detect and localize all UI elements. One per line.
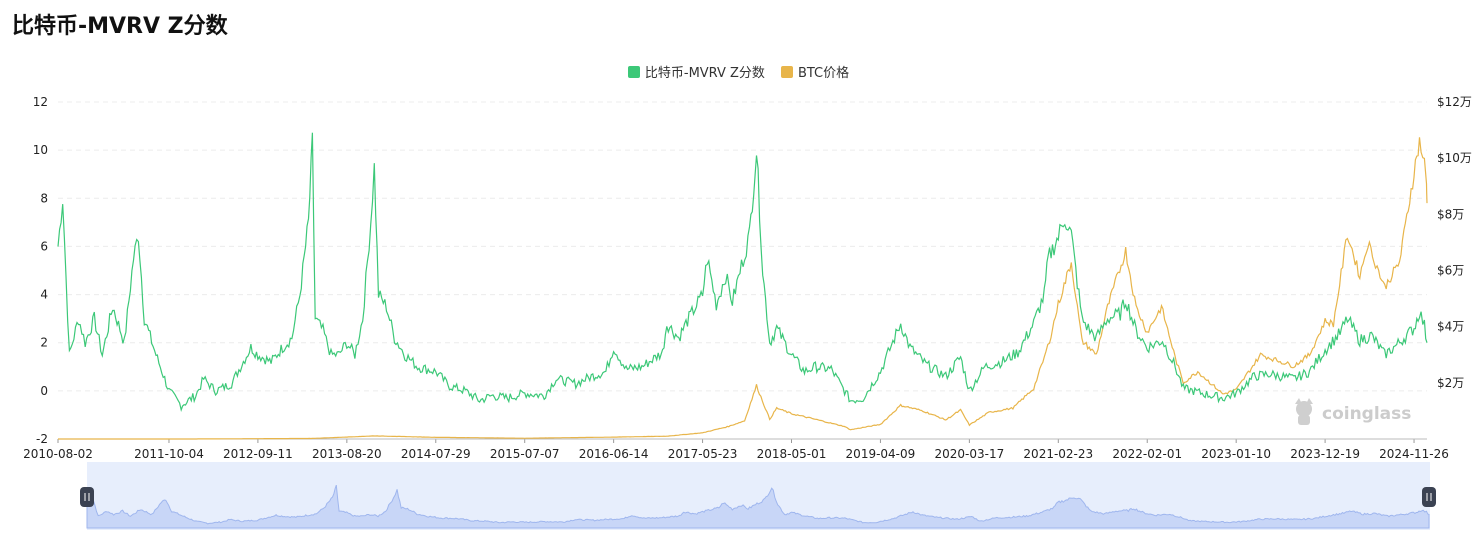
x-tick-label: 2011-10-04 — [134, 447, 204, 461]
left-tick-label: 10 — [33, 143, 48, 157]
right-tick-label: $2万 — [1437, 376, 1464, 390]
mvrv-chart: 12 10 8 6 4 2 0 -2 $12万 $10万 $8万 $6万 $4万 $2万 2010-08… — [23, 95, 1472, 530]
right-tick-label: $12万 — [1437, 95, 1472, 109]
x-tick-label: 2017-05-23 — [668, 447, 738, 461]
x-tick-label: 2015-07-07 — [490, 447, 560, 461]
x-tick-label: 2014-07-29 — [401, 447, 471, 461]
left-tick-label: 2 — [40, 336, 48, 350]
right-tick-label: $6万 — [1437, 264, 1464, 278]
left-tick-label: 12 — [33, 95, 48, 109]
grid-layer — [58, 101, 1427, 440]
right-tick-label: $8万 — [1437, 207, 1464, 221]
right-y-axis: $12万 $10万 $8万 $6万 $4万 $2万 — [1437, 95, 1472, 390]
x-tick-label: 2016-06-14 — [579, 447, 649, 461]
left-tick-label: 8 — [40, 191, 48, 205]
zoom-handle-left[interactable] — [80, 487, 94, 507]
x-tick-label: 2023-12-19 — [1290, 447, 1360, 461]
series-line-mvrv — [57, 132, 1428, 413]
left-y-axis: 12 10 8 6 4 2 0 -2 — [33, 95, 48, 446]
x-axis: 2010-08-02 2011-10-04 2012-09-11 2013-08-20… — [23, 438, 1449, 461]
x-tick-label: 2012-09-11 — [223, 447, 293, 461]
x-tick-label: 2013-08-20 — [312, 447, 382, 461]
left-tick-label: 4 — [40, 288, 48, 302]
left-tick-label: 0 — [40, 384, 48, 398]
x-tick-label: 2022-02-01 — [1112, 447, 1182, 461]
left-tick-label: -2 — [36, 432, 48, 446]
x-tick-label: 2024-11-26 — [1379, 447, 1449, 461]
right-tick-label: $4万 — [1437, 320, 1464, 334]
right-tick-label: $10万 — [1437, 151, 1472, 165]
zoom-slider[interactable] — [80, 462, 1436, 530]
x-tick-label: 2010-08-02 — [23, 447, 93, 461]
watermark-text: coinglass — [1322, 404, 1411, 424]
coinglass-logo-icon — [1295, 398, 1313, 425]
x-tick-label: 2023-01-10 — [1201, 447, 1271, 461]
x-tick-label: 2020-03-17 — [934, 447, 1004, 461]
series-layer — [57, 132, 1428, 440]
x-tick-label: 2019-04-09 — [846, 447, 916, 461]
zoom-handle-right[interactable] — [1422, 487, 1436, 507]
x-tick-label: 2018-05-01 — [757, 447, 827, 461]
left-tick-label: 6 — [40, 239, 48, 253]
x-tick-label: 2021-02-23 — [1023, 447, 1093, 461]
watermark: coinglass — [1295, 398, 1411, 425]
series-line-btc-price — [58, 137, 1428, 440]
